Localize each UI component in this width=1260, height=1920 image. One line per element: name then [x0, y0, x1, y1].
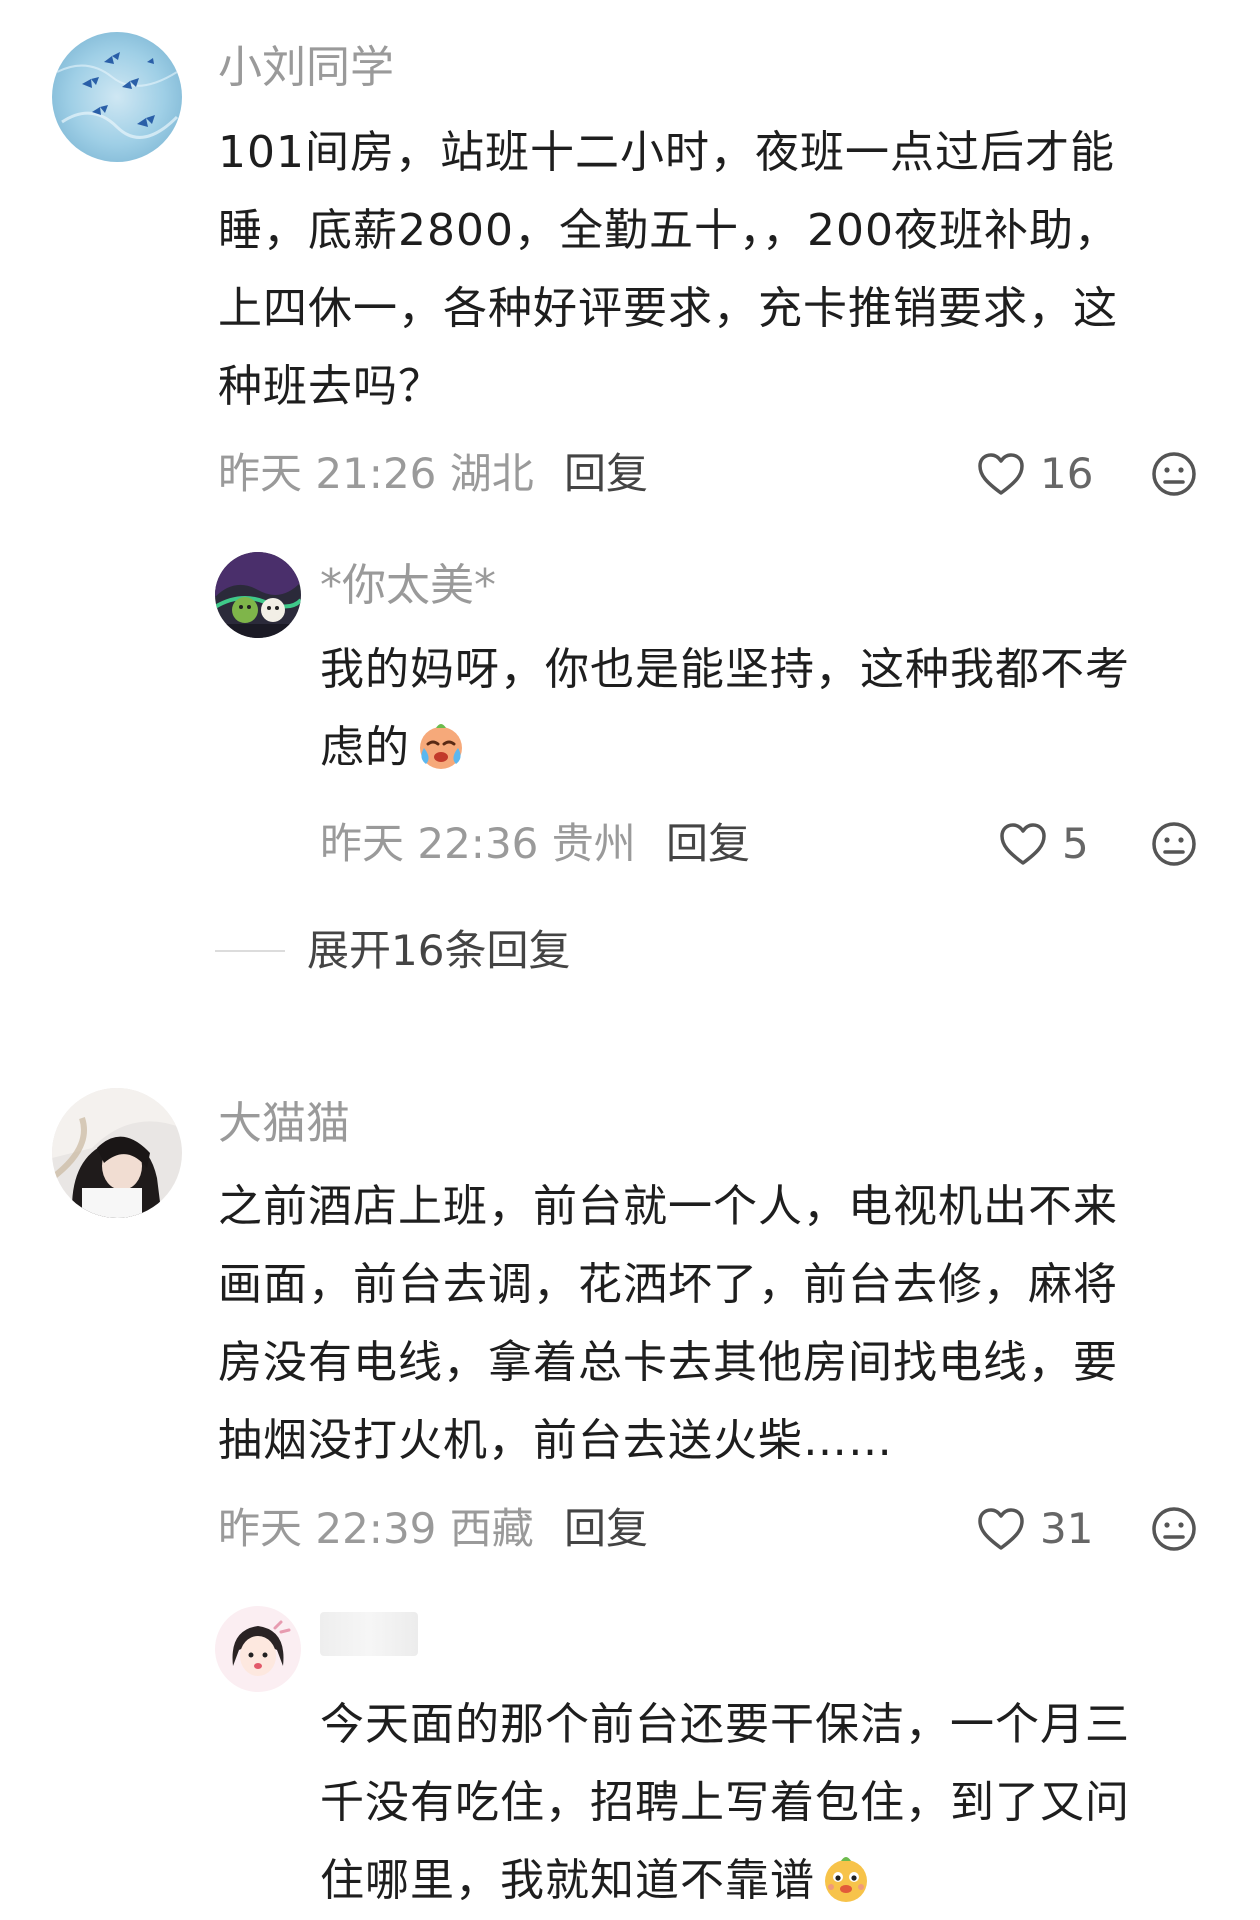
comment-text-line: 房没有电线，拿着总卡去其他房间找电线，要 — [218, 1337, 1118, 1388]
reply-text-line: 今天面的那个前台还要干保洁，一个月三 — [320, 1699, 1130, 1750]
heart-outline-icon — [976, 1506, 1026, 1552]
expand-replies-label: 展开16条回复 — [307, 926, 571, 975]
comment-text-line: 之前酒店上班，前台就一个人，电视机出不来 — [218, 1181, 1118, 1232]
reply-button[interactable]: 回复 — [564, 1503, 648, 1555]
reply-text-line: 住哪里，我就知道不靠谱 — [320, 1842, 1220, 1920]
crying-face-emoji — [414, 718, 468, 772]
comment-text: 之前酒店上班，前台就一个人，电视机出不来 画面，前台去调，花洒坏了，前台去修，麻… — [218, 1168, 1218, 1480]
avatar[interactable] — [52, 1088, 182, 1218]
reply-button[interactable]: 回复 — [564, 448, 648, 500]
avatar[interactable] — [215, 1606, 301, 1692]
like-count: 31 — [1040, 1504, 1094, 1553]
reply-username[interactable]: *你太美* — [320, 560, 496, 612]
avatar[interactable] — [215, 552, 301, 638]
comment-text-line: 画面，前台去调，花洒坏了，前台去修，麻将 — [218, 1259, 1118, 1310]
meh-face-icon[interactable] — [1150, 450, 1198, 498]
reply-text-line: 千没有吃住，招聘上写着包住，到了又问 — [320, 1777, 1130, 1828]
meh-face-icon[interactable] — [1150, 820, 1198, 868]
expand-replies-button[interactable]: 展开16条回复 — [215, 925, 570, 977]
like-button[interactable]: 5 — [998, 818, 1089, 870]
meh-face-icon[interactable] — [1150, 1505, 1198, 1553]
heart-outline-icon — [976, 451, 1026, 497]
reply-text-line-content: 住哪里，我就知道不靠谱 — [320, 1855, 815, 1906]
comment-username[interactable]: 小刘同学 — [218, 42, 394, 94]
reply-username[interactable] — [320, 1612, 418, 1656]
comment-text-line: 种班去吗？ — [218, 361, 443, 412]
comment-text-line: 101间房，站班十二小时，夜班一点过后才能 — [218, 127, 1115, 178]
heart-outline-icon — [998, 821, 1048, 867]
comment-text-line: 抽烟没打火机，前台去送火柴…… — [218, 1415, 893, 1466]
reply-meta: 昨天 22:36 贵州 — [320, 819, 636, 868]
comment-meta: 昨天 21:26 湖北 — [218, 449, 534, 498]
reply-text-line: 我的妈呀，你也是能坚持，这种我都不考 — [320, 644, 1130, 695]
like-count: 16 — [1040, 449, 1094, 498]
comment-text-line: 上四休一，各种好评要求，充卡推销要求，这 — [218, 283, 1118, 334]
divider — [215, 950, 285, 952]
reply-text-line: 虑的 — [320, 709, 1220, 787]
avatar[interactable] — [52, 32, 182, 162]
like-button[interactable]: 16 — [976, 448, 1093, 500]
reply-text: 今天面的那个前台还要干保洁，一个月三 千没有吃住，招聘上写着包住，到了又问 住哪… — [320, 1686, 1220, 1920]
like-button[interactable]: 31 — [976, 1503, 1093, 1555]
reply-text: 我的妈呀，你也是能坚持，这种我都不考 虑的 — [320, 631, 1220, 787]
comment-text-line: 睡，底薪2800，全勤五十，，200夜班补助， — [218, 205, 1119, 256]
comment-meta: 昨天 22:39 西藏 — [218, 1504, 534, 1553]
like-count: 5 — [1062, 819, 1089, 868]
comment-text: 101间房，站班十二小时，夜班一点过后才能 睡，底薪2800，全勤五十，，200… — [218, 114, 1218, 426]
reply-text-line-content: 虑的 — [320, 722, 410, 773]
comment-username[interactable]: 大猫猫 — [218, 1098, 350, 1150]
reply-button[interactable]: 回复 — [666, 818, 750, 870]
comment-list: 小刘同学 101间房，站班十二小时，夜班一点过后才能 睡，底薪2800，全勤五十… — [0, 0, 1260, 1908]
dog-face-emoji — [819, 1851, 873, 1905]
